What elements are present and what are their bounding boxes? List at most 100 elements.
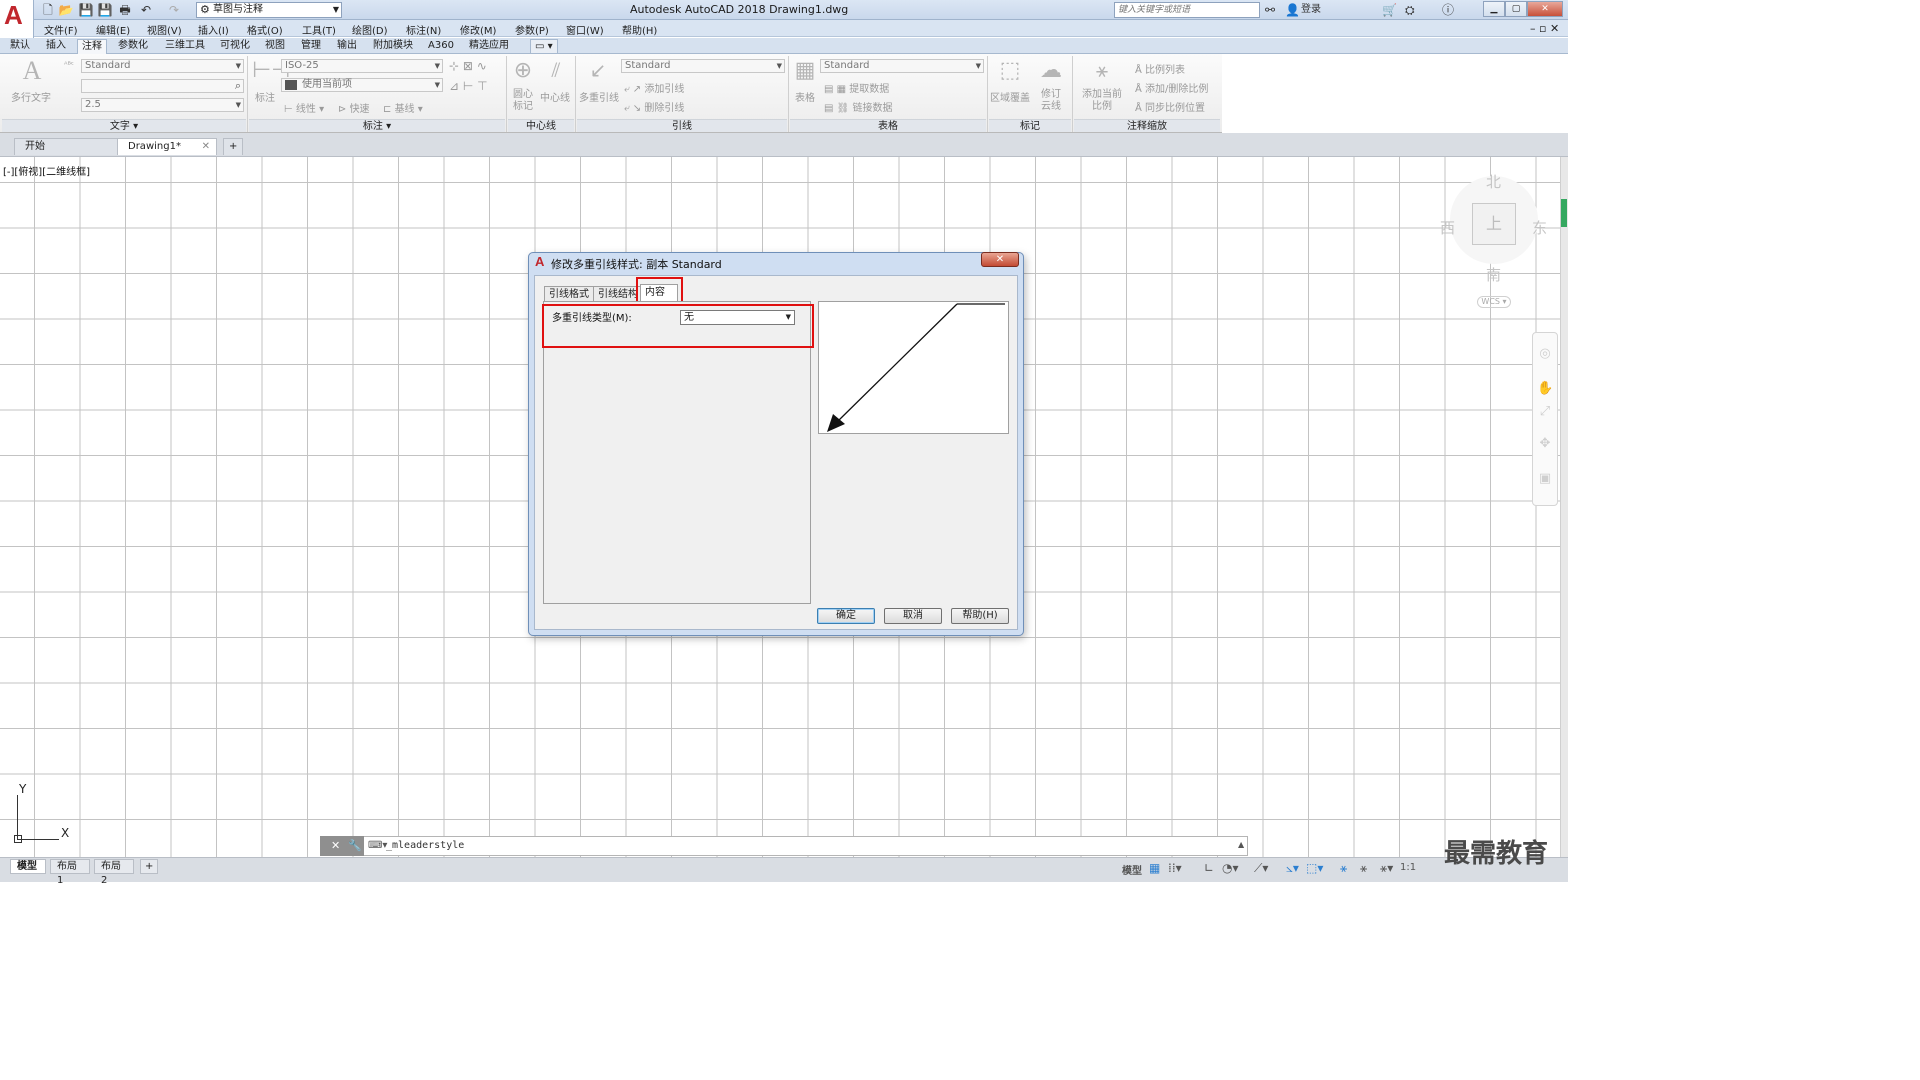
- tab-layout2[interactable]: 布局2: [94, 859, 134, 886]
- annotation-scale-value[interactable]: 1:1: [1400, 862, 1416, 873]
- wipeout-button[interactable]: 区域覆盖: [990, 89, 1030, 104]
- user-icon[interactable]: 👤: [1285, 2, 1300, 18]
- search-input[interactable]: 键入关键字或短语: [1114, 2, 1260, 18]
- close-icon[interactable]: ✕: [202, 139, 210, 155]
- tab-a360[interactable]: A360: [424, 39, 458, 54]
- minimize-button[interactable]: ▁: [1483, 1, 1505, 17]
- maximize-button[interactable]: ▢: [1505, 1, 1527, 17]
- viewcube-west[interactable]: 西: [1440, 217, 1455, 238]
- add-layout-button[interactable]: +: [140, 859, 158, 874]
- menu-edit[interactable]: 编辑(E): [96, 22, 130, 37]
- tab-view[interactable]: 视图: [261, 39, 289, 54]
- doc-window-controls[interactable]: – ▫ ✕: [1530, 22, 1559, 35]
- save-icon[interactable]: 💾: [78, 2, 94, 18]
- find-text-input[interactable]: ⌕: [81, 79, 244, 93]
- centerline-button[interactable]: 中心线: [540, 89, 570, 104]
- viewcube-north[interactable]: 北: [1486, 171, 1501, 192]
- leader-panel-title[interactable]: 引线: [577, 119, 787, 132]
- snap-icon[interactable]: ⁞⁞▾: [1168, 861, 1182, 875]
- leader-style-select[interactable]: Standard ▼: [621, 59, 785, 73]
- baseline-dim-button[interactable]: ⊏ 基线 ▾: [383, 100, 423, 115]
- annotation-scale-icon[interactable]: ⚹▾: [1380, 861, 1393, 876]
- add-current-scale-button[interactable]: 添加当前比例: [1082, 89, 1122, 113]
- text-height-select[interactable]: 2.5 ▼: [81, 98, 244, 112]
- steering-wheel-icon[interactable]: ◎: [1537, 346, 1553, 361]
- viewcube-east[interactable]: 东: [1532, 217, 1547, 238]
- menu-tools[interactable]: 工具(T): [302, 22, 336, 37]
- dialog-close-button[interactable]: ✕: [981, 252, 1019, 267]
- tab-model[interactable]: 模型: [10, 859, 46, 874]
- add-scale-icon[interactable]: ⚹: [1088, 58, 1116, 82]
- tab-featured-apps[interactable]: 精选应用: [465, 39, 513, 54]
- table-button[interactable]: 表格: [795, 89, 815, 104]
- dimension-icon[interactable]: ⊢⊣: [252, 58, 290, 83]
- help-icon[interactable]: ⓘ: [1442, 2, 1454, 18]
- ribbon-toggle-button[interactable]: ▭ ▾: [530, 39, 558, 54]
- dimension-button-label[interactable]: 标注: [255, 89, 275, 104]
- center-mark-icon[interactable]: ⊕: [510, 58, 536, 83]
- grid-icon[interactable]: ▦: [1149, 861, 1160, 875]
- tab-parametric[interactable]: 参数化: [114, 39, 152, 54]
- dim-layer-select[interactable]: 使用当前项 ▼: [281, 78, 443, 92]
- workspace-switcher[interactable]: ⚙ 草图与注释 ▼: [196, 2, 342, 18]
- cancel-button[interactable]: 取消: [884, 608, 942, 624]
- lineweight-icon[interactable]: ⦣▾: [1286, 861, 1299, 876]
- tab-insert[interactable]: 插入: [42, 39, 70, 54]
- table-icon[interactable]: ▦: [792, 58, 818, 83]
- viewport-controls-label[interactable]: [-][俯视][二维线框]: [3, 163, 90, 178]
- selection-cycling-icon[interactable]: ⬚▾: [1306, 861, 1323, 875]
- centerline-icon[interactable]: ⫽: [544, 58, 568, 82]
- tab-manage[interactable]: 管理: [297, 39, 325, 54]
- text-style-select[interactable]: Standard ▼: [81, 59, 244, 73]
- menu-draw[interactable]: 绘图(D): [352, 22, 388, 37]
- revision-cloud-button[interactable]: 修订云线: [1041, 89, 1063, 113]
- print-icon[interactable]: 🖶: [117, 2, 133, 18]
- open-icon[interactable]: 📂: [58, 2, 74, 18]
- osnap-icon[interactable]: ⟋▾: [1254, 861, 1268, 876]
- mtext-button-label[interactable]: 多行文字: [11, 89, 51, 104]
- login-button[interactable]: 登录: [1301, 2, 1321, 18]
- wrench-icon[interactable]: 🔧: [348, 839, 362, 852]
- menu-file[interactable]: 文件(F): [44, 22, 78, 37]
- new-tab-button[interactable]: +: [223, 138, 243, 155]
- menu-modify[interactable]: 修改(M): [460, 22, 496, 37]
- close-button[interactable]: ✕: [1527, 1, 1563, 17]
- tab-output[interactable]: 输出: [333, 39, 361, 54]
- tab-addins[interactable]: 附加模块: [369, 39, 417, 54]
- tab-default[interactable]: 默认: [6, 39, 34, 54]
- command-prompt-icon[interactable]: ⌨▾: [368, 840, 387, 851]
- dim-tools-icon[interactable]: ⊹ ⊠ ∿: [449, 59, 487, 73]
- menu-view[interactable]: 视图(V): [147, 22, 182, 37]
- application-menu-button[interactable]: A: [0, 0, 34, 38]
- vertical-scrollbar[interactable]: [1560, 157, 1568, 857]
- pan-icon[interactable]: ✋: [1537, 381, 1553, 396]
- new-icon[interactable]: 🗋: [40, 2, 56, 18]
- polar-icon[interactable]: ◔▾: [1222, 861, 1239, 875]
- tab-drawing1[interactable]: Drawing1* ✕: [117, 138, 217, 155]
- tab-annotate[interactable]: 注释: [77, 39, 107, 54]
- model-space-button[interactable]: 模型: [1122, 862, 1142, 877]
- redo-icon[interactable]: ↷: [166, 2, 182, 18]
- showmotion-icon[interactable]: ▣: [1537, 471, 1553, 486]
- a360-icon[interactable]: ⛭: [1405, 2, 1415, 18]
- viewcube-top-face[interactable]: 上: [1472, 203, 1516, 245]
- menu-window[interactable]: 窗口(W): [566, 22, 604, 37]
- tab-layout1[interactable]: 布局1: [50, 859, 90, 886]
- tab-3d-tools[interactable]: 三维工具: [161, 39, 209, 54]
- annotation-visibility-icon[interactable]: ⚹: [1340, 861, 1347, 876]
- link-data-button[interactable]: ▤ ⛓ 链接数据: [824, 99, 893, 114]
- save-as-icon[interactable]: 💾: [97, 2, 113, 18]
- ortho-icon[interactable]: ∟: [1204, 861, 1214, 875]
- command-input[interactable]: _mleaderstyle: [386, 840, 464, 851]
- menu-insert[interactable]: 插入(I): [198, 22, 229, 37]
- dim-style-select[interactable]: ISO-25 ▼: [281, 59, 443, 73]
- extract-data-button[interactable]: ▤ ▦ 提取数据: [824, 80, 889, 95]
- close-icon[interactable]: ✕: [331, 839, 340, 852]
- table-panel-title[interactable]: 表格: [790, 119, 986, 132]
- viewcube-south[interactable]: 南: [1486, 264, 1501, 285]
- undo-icon[interactable]: ↶: [138, 2, 154, 18]
- table-style-select[interactable]: Standard ▼: [820, 59, 984, 73]
- cart-icon[interactable]: 🛒: [1382, 2, 1397, 18]
- menu-dimension[interactable]: 标注(N): [406, 22, 441, 37]
- quick-dim-button[interactable]: ⊳ 快速: [338, 100, 370, 115]
